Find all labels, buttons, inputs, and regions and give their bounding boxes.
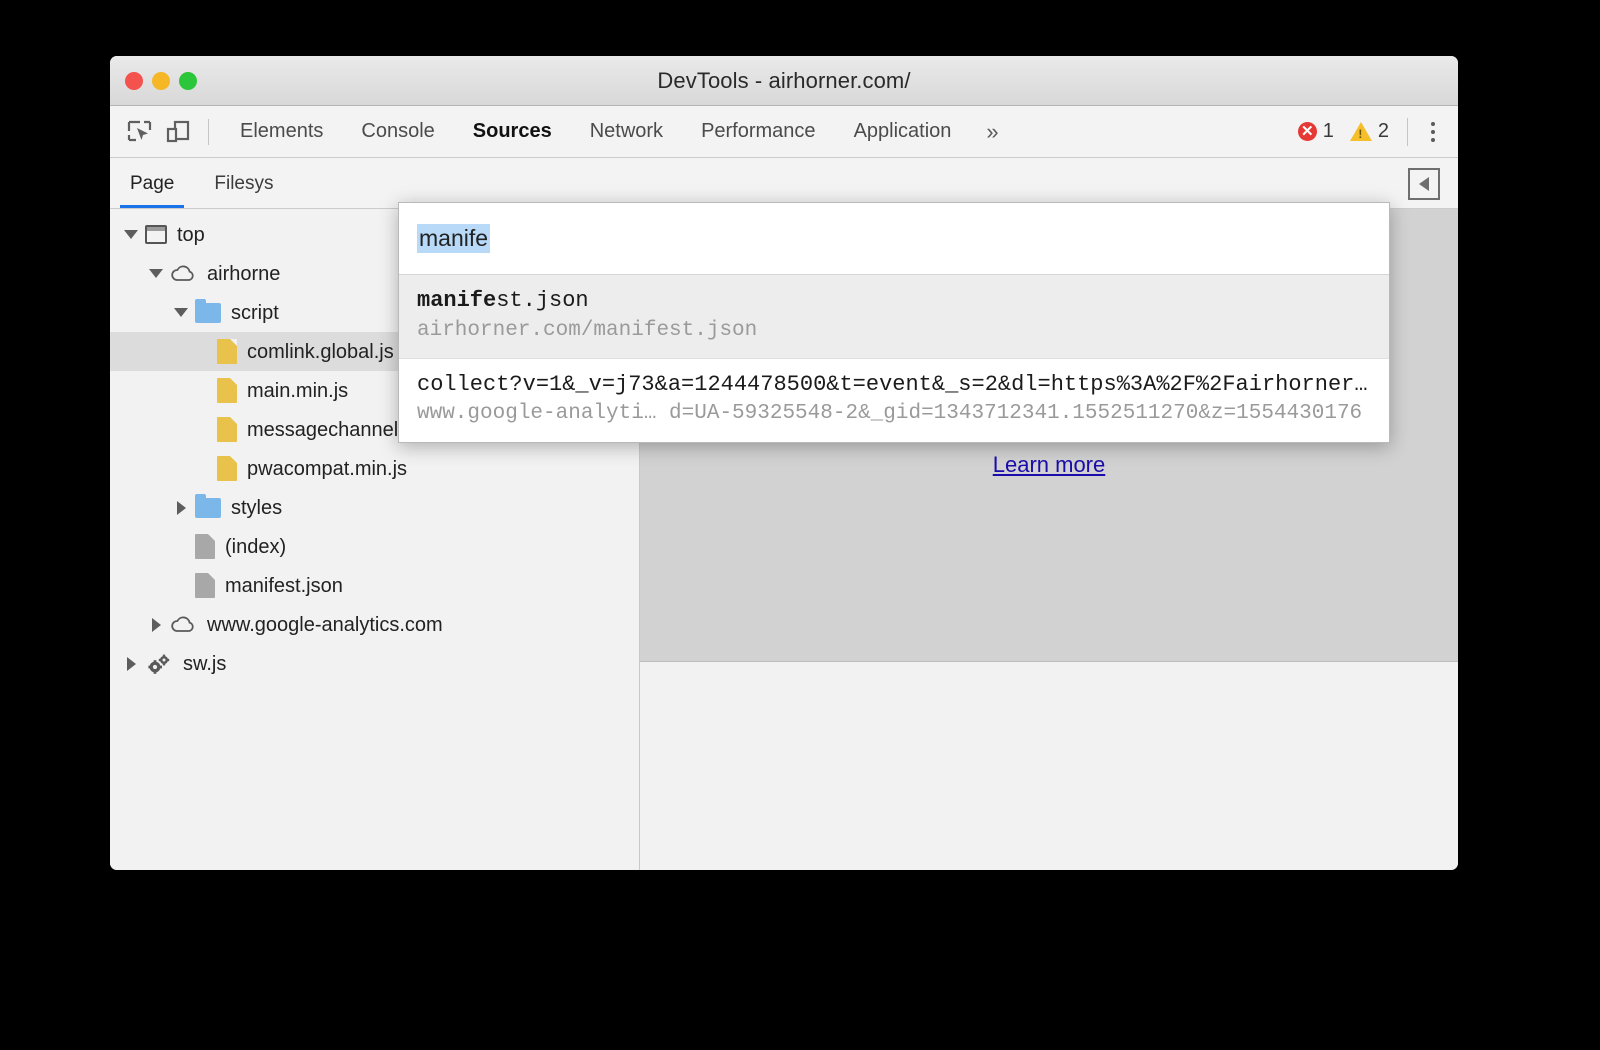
tree-item-label: top — [177, 223, 205, 246]
quick-open-input[interactable]: manife — [399, 203, 1389, 275]
quick-open-result-collect[interactable]: collect?v=1&_v=j73&a=1244478500&t=event&… — [399, 358, 1389, 442]
tab-sources[interactable]: Sources — [454, 107, 571, 156]
tree-item-label: manifest.json — [225, 574, 343, 597]
learn-more-link[interactable]: Learn more — [993, 452, 1106, 478]
js-file-icon — [217, 378, 237, 403]
tree-item-label: comlink.global.js — [247, 340, 394, 363]
js-file-icon — [217, 417, 237, 442]
toolbar-right-group: ✕ 1 2 — [1297, 106, 1448, 157]
screenshot-root: DevTools - airhorner.com/ Elements Conso… — [0, 0, 1600, 1050]
tab-network[interactable]: Network — [571, 107, 682, 156]
devtools-window: DevTools - airhorner.com/ Elements Conso… — [110, 56, 1458, 870]
tab-filesystem[interactable]: Filesys — [194, 159, 293, 208]
tree-item-label: (index) — [225, 535, 287, 558]
result-subtitle: airhorner.com/manifest.json — [417, 318, 758, 342]
chevron-right-icon[interactable] — [122, 655, 140, 673]
tree-item-label: sw.js — [183, 652, 227, 675]
toolbar-divider — [208, 118, 209, 145]
kebab-menu-icon[interactable] — [1418, 115, 1448, 149]
document-icon — [195, 534, 215, 559]
device-toolbar-icon[interactable] — [160, 114, 196, 150]
warning-icon — [1349, 122, 1372, 141]
result-title-match: manife — [417, 288, 497, 313]
cloud-icon — [170, 615, 197, 634]
devtools-toolbar: Elements Console Sources Network Perform… — [110, 106, 1458, 158]
quick-open-result-manifest[interactable]: manifest.json airhorner.com/manifest.jso… — [399, 275, 1389, 358]
traffic-lights — [125, 72, 197, 90]
collapse-sidebar-icon[interactable] — [1408, 168, 1440, 200]
tree-item-label: styles — [231, 496, 283, 519]
folder-icon — [195, 493, 221, 518]
tree-item-label: airhorne — [207, 262, 281, 285]
error-count: 1 — [1322, 120, 1334, 142]
tab-application[interactable]: Application — [835, 107, 971, 156]
document-icon — [195, 573, 215, 598]
chevron-down-icon[interactable] — [172, 304, 190, 322]
tab-elements[interactable]: Elements — [221, 107, 342, 156]
toolbar-right-divider — [1407, 117, 1408, 146]
cloud-icon — [170, 264, 197, 283]
quick-open-dialog: manife manifest.json airhorner.com/manif… — [398, 202, 1390, 443]
maximize-window-button[interactable] — [179, 72, 197, 90]
chevron-right-icon[interactable] — [147, 616, 165, 634]
tree-row-google-analytics[interactable]: www.google-analytics.com — [110, 605, 639, 644]
frame-icon — [145, 225, 167, 244]
close-window-button[interactable] — [125, 72, 143, 90]
js-file-icon — [217, 456, 237, 481]
panel-tabs: Elements Console Sources Network Perform… — [221, 107, 1015, 156]
tree-item-label: main.min.js — [247, 379, 349, 402]
window-title: DevTools - airhorner.com/ — [657, 67, 911, 93]
window-titlebar: DevTools - airhorner.com/ — [110, 56, 1458, 106]
chevron-down-icon[interactable] — [147, 265, 165, 283]
result-title: manifest.json — [417, 287, 1371, 315]
inspect-element-icon[interactable] — [122, 114, 158, 150]
chevron-right-icon[interactable] — [172, 499, 190, 517]
minimize-window-button[interactable] — [152, 72, 170, 90]
tree-item-label: www.google-analytics.com — [207, 613, 443, 636]
result-subtitle: www.google-analyti… d=UA-59325548-2&_gid… — [417, 402, 1363, 426]
error-icon: ✕ — [1297, 122, 1317, 141]
service-worker-icon — [145, 652, 173, 676]
tab-performance[interactable]: Performance — [682, 107, 835, 156]
chevron-down-icon[interactable] — [122, 226, 140, 244]
tree-row-index[interactable]: (index) — [110, 527, 639, 566]
folder-icon — [195, 298, 221, 323]
tree-row-styles[interactable]: styles — [110, 488, 639, 527]
warning-badge[interactable]: 2 — [1349, 120, 1401, 143]
error-badge[interactable]: ✕ 1 — [1297, 120, 1346, 143]
quick-open-query: manife — [417, 224, 491, 253]
result-title: collect?v=1&_v=j73&a=1244478500&t=event&… — [417, 371, 1371, 397]
js-file-icon — [217, 339, 237, 364]
result-title-rest: st.json — [496, 288, 589, 313]
tree-row-pwacompat-min-js[interactable]: pwacompat.min.js — [110, 449, 639, 488]
warning-count: 2 — [1377, 120, 1389, 142]
tab-page[interactable]: Page — [110, 159, 194, 208]
tree-row-manifest-json[interactable]: manifest.json — [110, 566, 639, 605]
tab-console[interactable]: Console — [342, 107, 453, 156]
more-tabs-button[interactable]: » — [970, 107, 1014, 156]
tree-item-label: pwacompat.min.js — [247, 457, 408, 480]
tree-row-sw-js[interactable]: sw.js — [110, 644, 639, 683]
tree-item-label: script — [231, 301, 279, 324]
